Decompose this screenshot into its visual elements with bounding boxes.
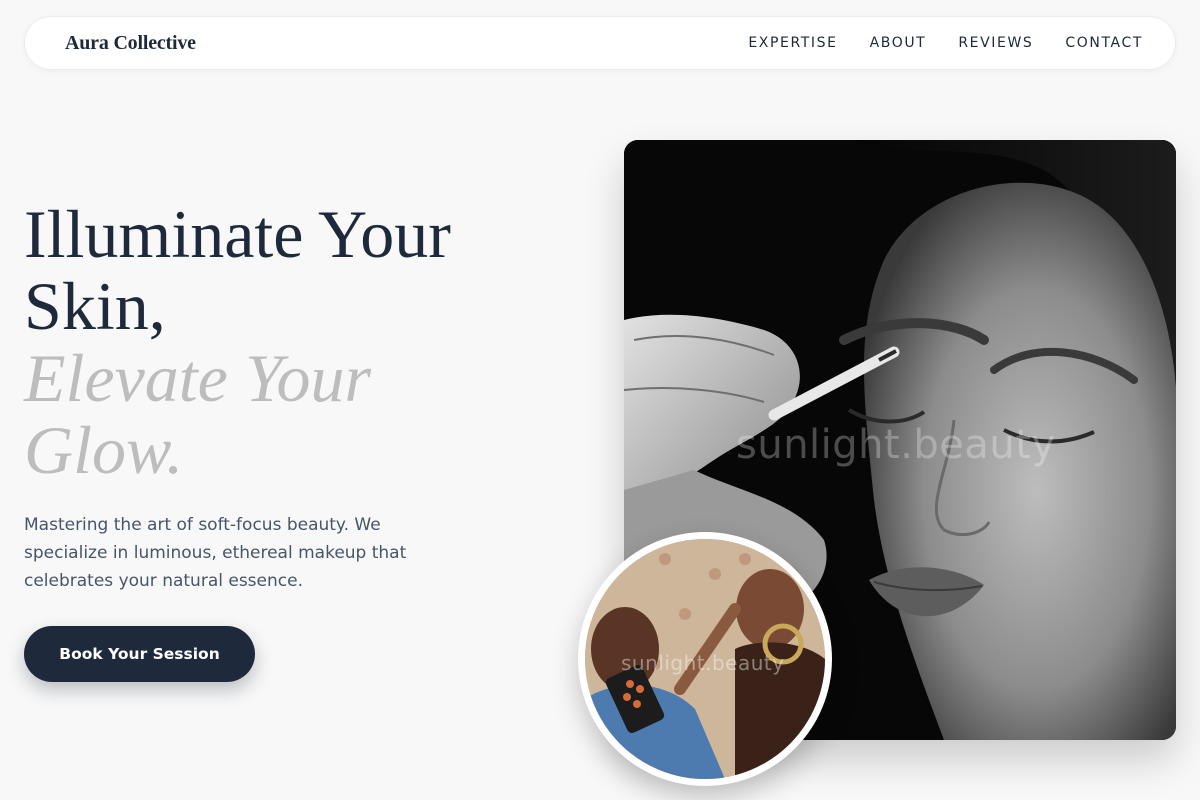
- hero-description: Mastering the art of soft-focus beauty. …: [24, 515, 407, 591]
- brand-logo[interactable]: Aura Collective: [65, 32, 196, 55]
- nav-links: EXPERTISE ABOUT REVIEWS CONTACT: [748, 35, 1143, 51]
- hero-heading-line-2: Skin,: [24, 268, 166, 344]
- hero-heading: Illuminate Your Skin, Elevate Your Glow.: [24, 198, 544, 486]
- nav-link-expertise[interactable]: EXPERTISE: [748, 35, 837, 51]
- hero-inset-photo: sunlight.beauty: [578, 532, 832, 786]
- hero-heading-line-1: Illuminate Your: [24, 196, 451, 272]
- makeup-artist-illustration: [585, 539, 825, 779]
- inset-photo-frame: sunlight.beauty: [585, 539, 825, 779]
- hero-heading-accent-line-2: Glow.: [24, 412, 184, 488]
- book-session-button[interactable]: Book Your Session: [24, 626, 255, 682]
- top-navbar: Aura Collective EXPERTISE ABOUT REVIEWS …: [24, 16, 1176, 70]
- nav-link-about[interactable]: ABOUT: [870, 35, 927, 51]
- nav-link-reviews[interactable]: REVIEWS: [958, 35, 1033, 51]
- nav-link-contact[interactable]: CONTACT: [1065, 35, 1143, 51]
- hero-heading-accent-line-1: Elevate Your: [24, 340, 371, 416]
